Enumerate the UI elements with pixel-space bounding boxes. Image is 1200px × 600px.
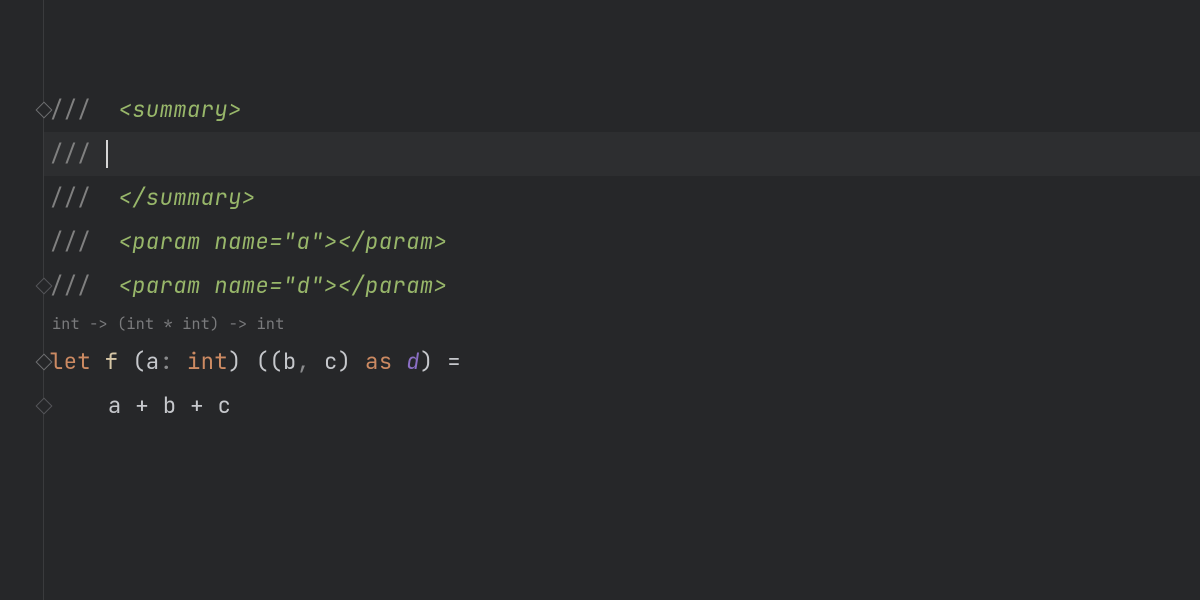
code-line[interactable]: /// <param name="d"></param> xyxy=(44,264,1200,308)
code-area[interactable]: /// <summary> /// /// </summary> /// <pa… xyxy=(44,0,1200,600)
doc-tag-param-open: <param name="a"> xyxy=(119,220,338,264)
space xyxy=(393,340,407,384)
type-int: int xyxy=(187,340,228,384)
equals: = xyxy=(447,340,461,384)
ident-a: a xyxy=(108,384,122,428)
doc-tag-param-close: </param> xyxy=(338,220,448,264)
doc-tag-summary-open: <summary> xyxy=(119,88,242,132)
colon: : xyxy=(160,340,187,384)
paren-open: ( xyxy=(269,340,283,384)
code-line[interactable]: a + b + c xyxy=(44,384,1200,428)
param-a: a xyxy=(146,340,160,384)
param-d: d xyxy=(406,340,420,384)
ident-c: c xyxy=(218,384,232,428)
keyword-as: as xyxy=(365,340,392,384)
doc-slash: /// xyxy=(50,88,119,132)
gutter xyxy=(0,0,44,600)
paren-open: ( xyxy=(132,340,146,384)
ident-b: b xyxy=(163,384,177,428)
doc-tag-param-close: </param> xyxy=(338,264,448,308)
paren-close: ) xyxy=(420,340,447,384)
op-plus: + xyxy=(177,384,218,428)
code-editor[interactable]: /// <summary> /// /// </summary> /// <pa… xyxy=(0,0,1200,600)
code-line[interactable]: /// <param name="a"></param> xyxy=(44,220,1200,264)
op-plus: + xyxy=(122,384,163,428)
doc-tag-summary-close: </summary> xyxy=(119,176,256,220)
text-cursor xyxy=(106,140,108,168)
doc-slash: /// xyxy=(50,220,119,264)
keyword-let: let xyxy=(50,340,91,384)
code-line-current[interactable]: /// xyxy=(44,132,1200,176)
param-c: c xyxy=(324,340,338,384)
paren-close: ) xyxy=(228,340,255,384)
hint-text: int -> (int * int) -> int xyxy=(52,314,285,334)
param-b: b xyxy=(283,340,297,384)
paren-close: ) xyxy=(338,340,365,384)
doc-slash: /// xyxy=(50,176,119,220)
code-line[interactable]: let f (a: int) ((b, c) as d) = xyxy=(44,340,1200,384)
code-line[interactable]: /// </summary> xyxy=(44,176,1200,220)
doc-slash: /// xyxy=(50,264,119,308)
doc-tag-param-open: <param name="d"> xyxy=(119,264,338,308)
function-name: f xyxy=(91,340,132,384)
paren-open: ( xyxy=(256,340,270,384)
doc-slash: /// xyxy=(50,132,105,176)
comma: , xyxy=(297,340,324,384)
inline-type-hint: int -> (int * int) -> int xyxy=(44,310,1200,338)
code-line[interactable]: /// <summary> xyxy=(44,88,1200,132)
